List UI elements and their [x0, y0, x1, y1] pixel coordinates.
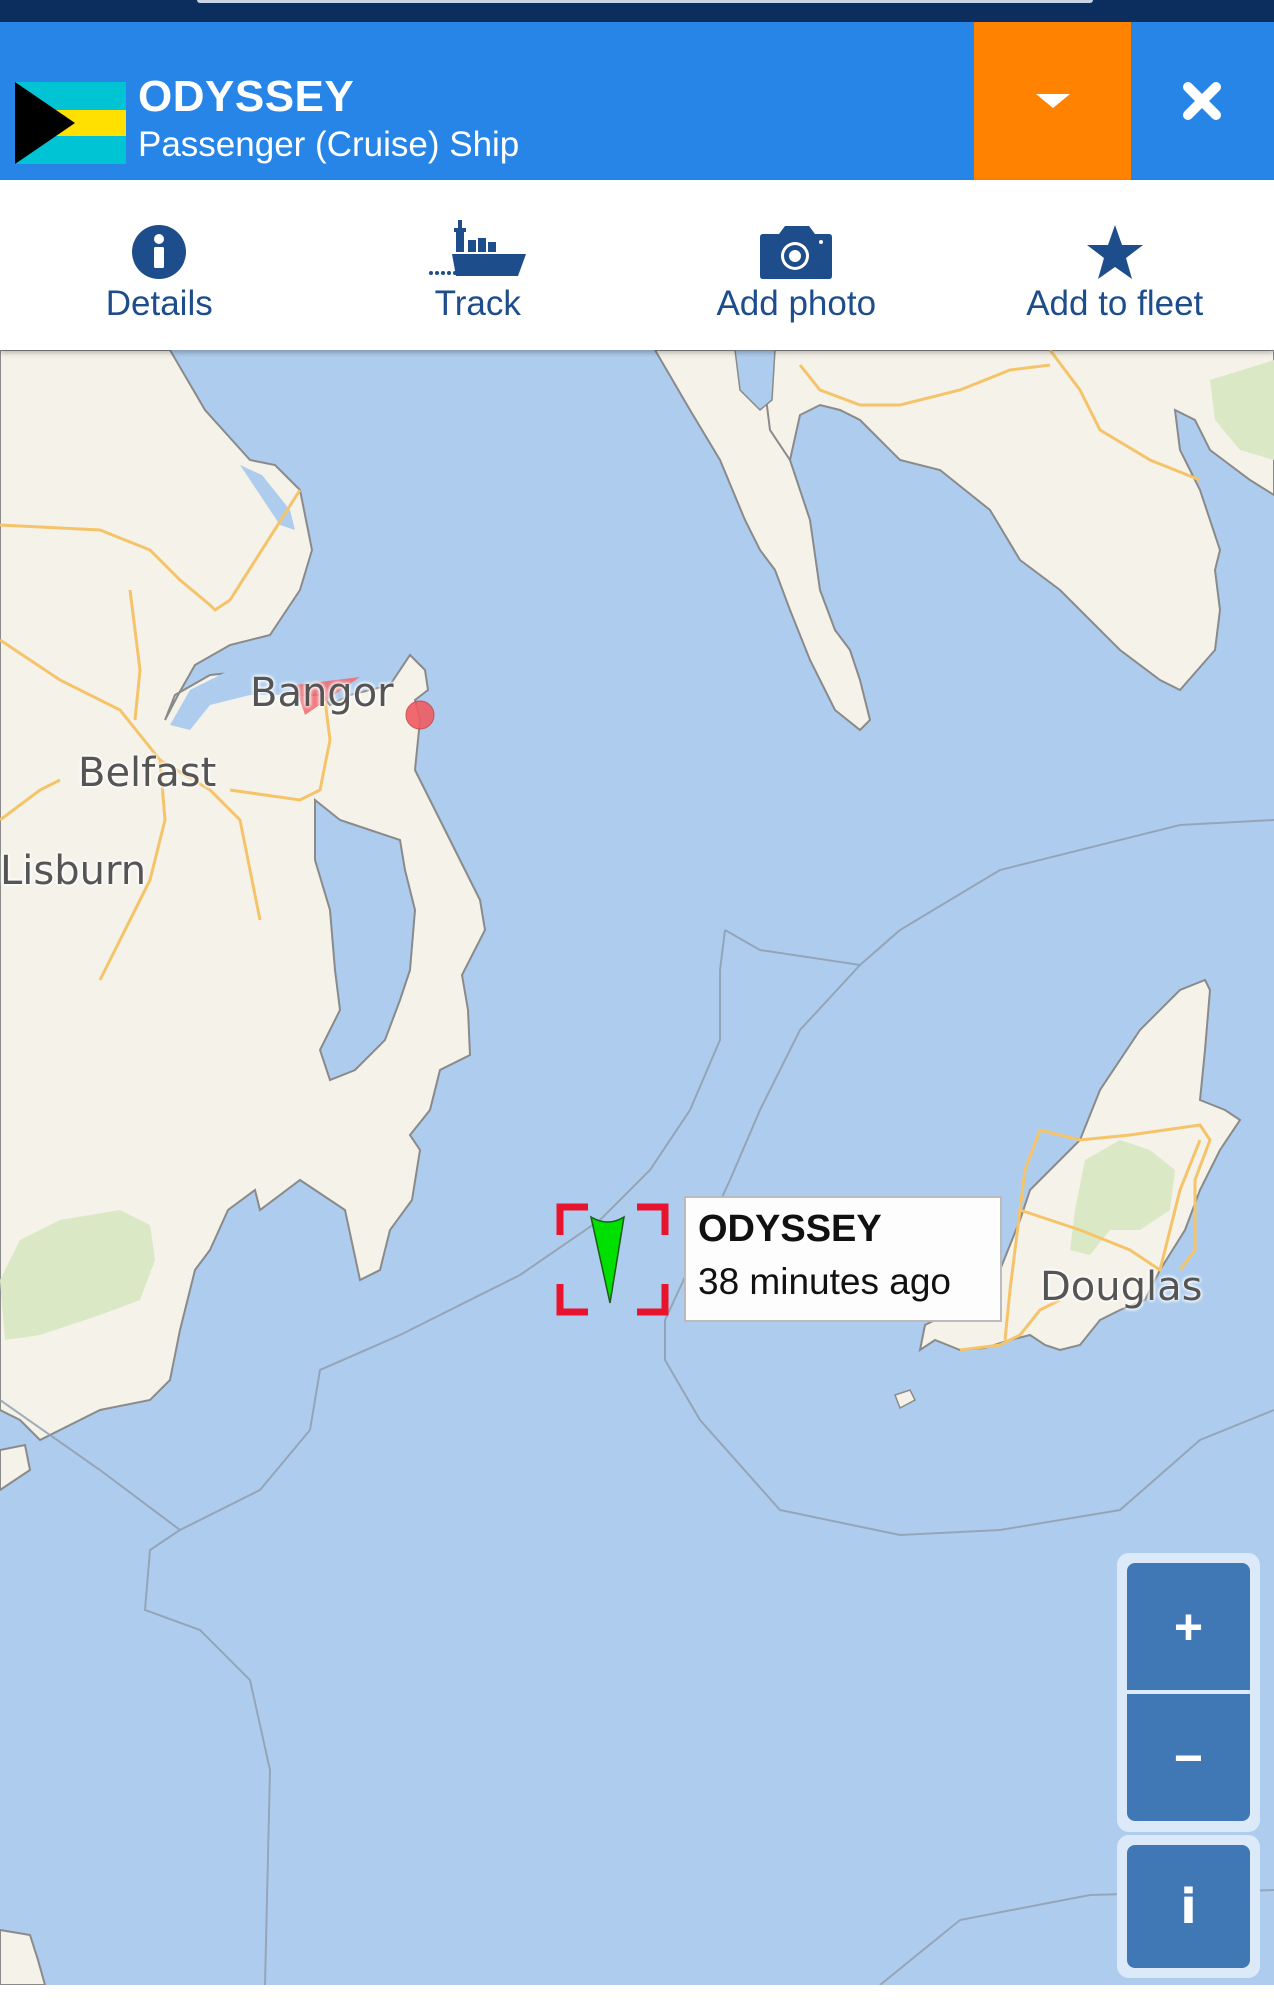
caret-down-icon [1036, 94, 1070, 108]
details-button[interactable]: Details [0, 180, 319, 350]
vessel-name: ODYSSEY [138, 72, 355, 121]
map-canvas[interactable]: Bangor Belfast Lisburn Douglas ODYSSEY 3… [0, 350, 1274, 1985]
selected-vessel-target[interactable] [556, 1203, 669, 1316]
vessel-heading-marker [589, 1215, 626, 1304]
track-label: Track [434, 284, 521, 323]
add-photo-label: Add photo [716, 284, 877, 323]
star-icon [1086, 225, 1143, 279]
bottom-strip [0, 1985, 1274, 2000]
place-label-bangor: Bangor [250, 670, 394, 716]
search-bar-edge[interactable] [197, 0, 1093, 3]
bahamas-flag-icon [15, 82, 126, 164]
expand-dropdown-button[interactable] [974, 22, 1131, 180]
vessel-action-toolbar: Details Track Add photo Add to fleet [0, 180, 1274, 350]
info-circle-icon [132, 225, 187, 279]
zoom-out-button[interactable]: − [1127, 1694, 1250, 1821]
add-photo-button[interactable]: Add photo [637, 180, 956, 350]
add-to-fleet-button[interactable]: Add to fleet [956, 180, 1274, 350]
close-icon [1183, 82, 1221, 120]
ship-track-icon [428, 220, 526, 276]
vessel-header: ODYSSEY Passenger (Cruise) Ship [0, 22, 1274, 180]
place-label-douglas: Douglas [1040, 1264, 1203, 1310]
calf-of-man [894, 1389, 916, 1410]
close-button[interactable] [1131, 22, 1274, 180]
map-info-control: i [1117, 1835, 1260, 1978]
map-basemap [0, 350, 1274, 1985]
camera-icon [760, 226, 833, 279]
place-label-lisburn: Lisburn [0, 848, 147, 894]
zoom-controls: + − [1117, 1553, 1260, 1832]
vessel-type: Passenger (Cruise) Ship [138, 125, 520, 164]
map-info-button[interactable]: i [1127, 1845, 1250, 1968]
add-to-fleet-label: Add to fleet [1026, 284, 1204, 323]
details-label: Details [105, 284, 213, 323]
land-bottom-left [0, 1928, 47, 1985]
track-button[interactable]: Track [319, 180, 638, 350]
status-bar [0, 0, 1274, 22]
vessel-map-label-time: 38 minutes ago [698, 1261, 952, 1302]
vessel-map-label-name: ODYSSEY [698, 1208, 882, 1250]
place-label-belfast: Belfast [78, 750, 217, 796]
vessel-map-label[interactable]: ODYSSEY 38 minutes ago [684, 1196, 1002, 1322]
land-southwest-tip [0, 1443, 32, 1492]
vessel-marker-red-dot [405, 700, 435, 730]
zoom-in-button[interactable]: + [1127, 1563, 1250, 1690]
